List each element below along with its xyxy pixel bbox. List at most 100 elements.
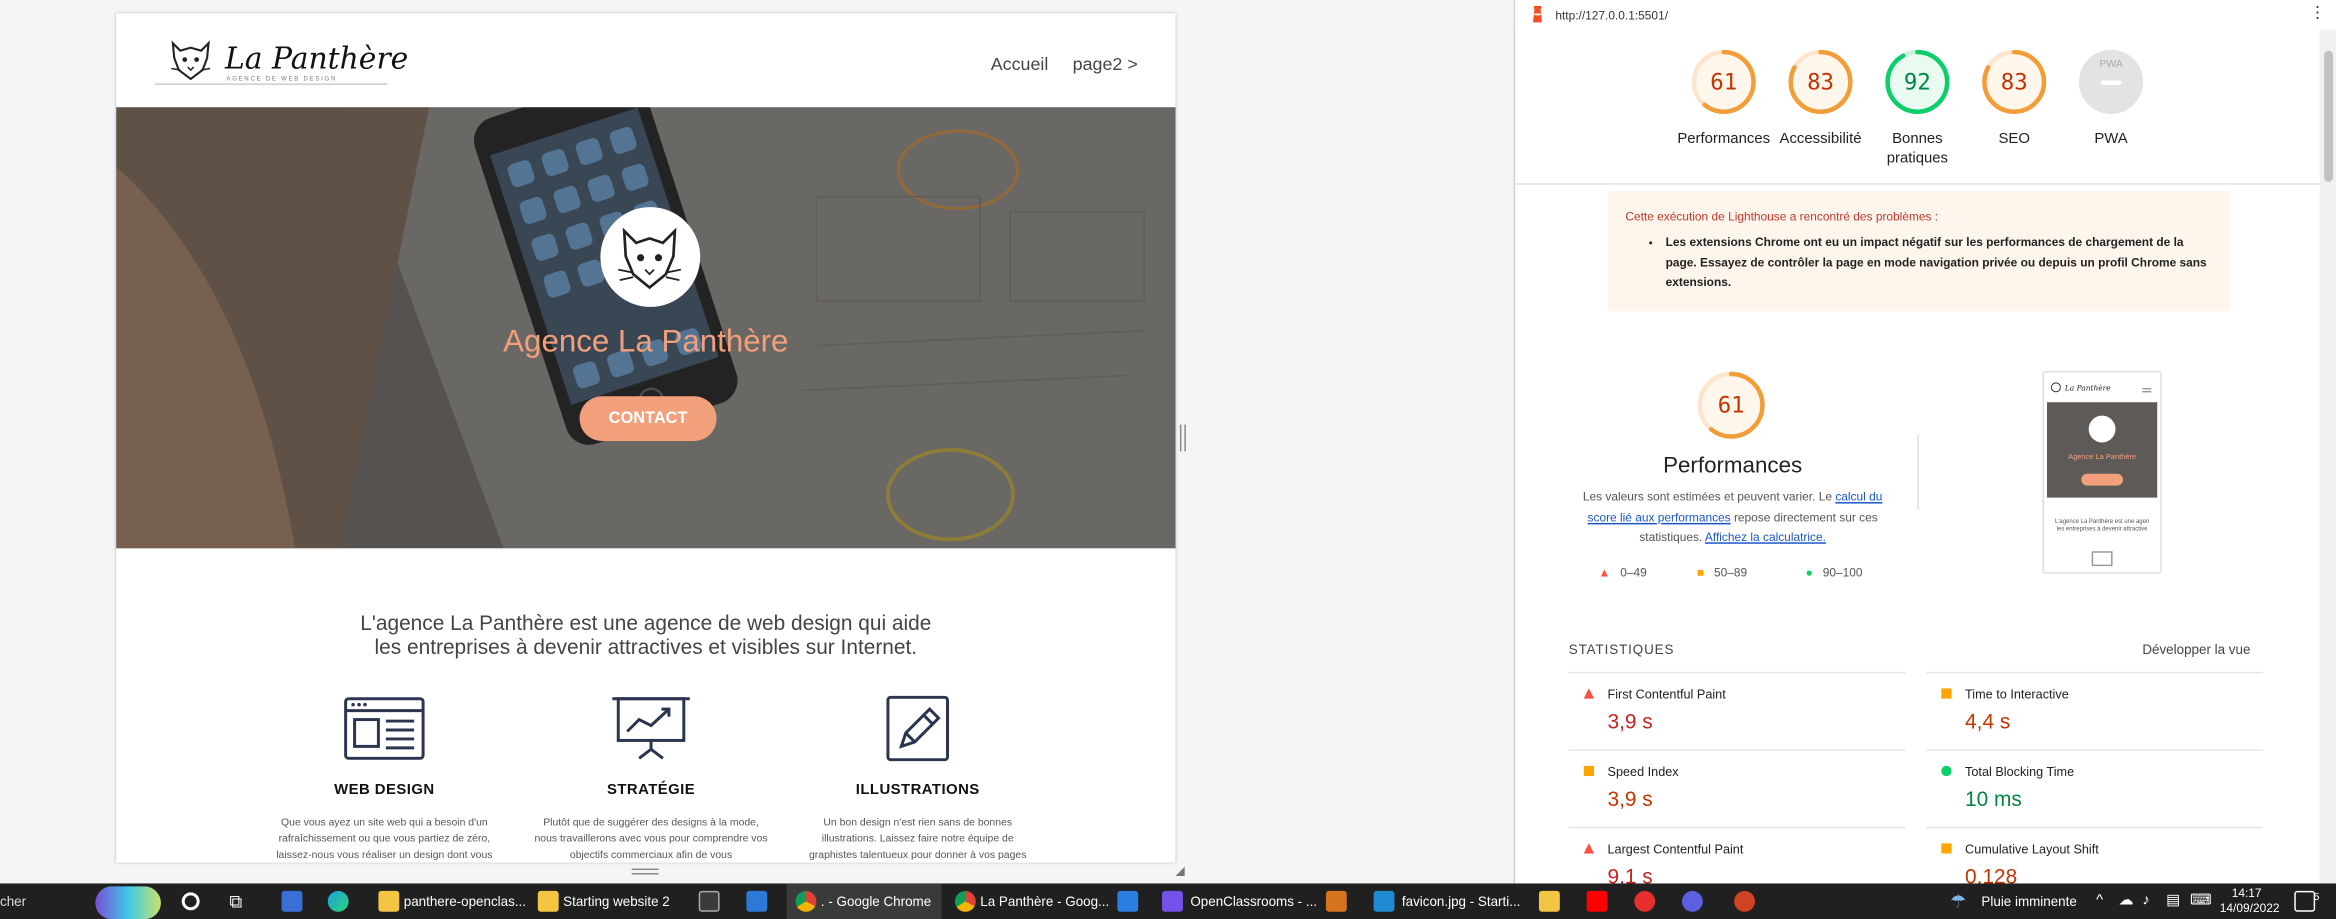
taskbar-item[interactable]: Starting website 2: [563, 883, 670, 919]
panel-scrollbar[interactable]: [2319, 29, 2336, 884]
gauge-4[interactable]: PWA PWA: [2051, 48, 2170, 149]
square-icon: [1583, 765, 1595, 777]
service-web-design: WEB DESIGN Que vous ayez un site web qui…: [250, 696, 518, 863]
taskbar-item[interactable]: panthere-openclas...: [404, 883, 526, 919]
metric-name: Speed Index: [1607, 764, 1679, 780]
performance-title: Performances: [1663, 452, 1803, 479]
circle-icon: ●: [1805, 566, 1813, 580]
page-screenshot-thumbnail[interactable]: La Panthère Agence La Panthère L'agence …: [2042, 370, 2162, 574]
divider: [1917, 435, 1919, 510]
thumbnail-image: La Panthère: [2044, 372, 2161, 573]
expand-view-toggle[interactable]: Développer la vue: [2142, 642, 2250, 657]
viewport-resize-corner[interactable]: ◢: [1175, 864, 1184, 877]
calculator-link[interactable]: Affichez la calculatrice.: [1705, 530, 1826, 543]
app-icon[interactable]: [698, 890, 720, 912]
intro-text: L'agence La Panthère est une agence de w…: [116, 611, 1175, 659]
media-player-icon[interactable]: [1634, 890, 1656, 912]
network-icon[interactable]: ▤: [2166, 883, 2180, 919]
site-logo[interactable]: La Panthère AGENCE DE WEB DESIGN: [167, 34, 408, 88]
warning-box: Cette exécution de Lighthouse a rencontr…: [1607, 190, 2231, 312]
task-view-icon[interactable]: ⧉: [229, 883, 242, 919]
performance-gauge: 61: [1695, 369, 1767, 441]
svg-text:La Panthère: La Panthère: [2064, 383, 2111, 392]
contact-button[interactable]: CONTACT: [579, 396, 717, 441]
openclassrooms-icon[interactable]: [1162, 890, 1183, 912]
gauge-label: Bonnes pratiques: [1886, 131, 1949, 167]
service-text: Que vous ayez un site web qui a besoin d…: [276, 817, 493, 862]
mail-icon[interactable]: [1117, 890, 1139, 912]
clock[interactable]: 14:17 14/09/2022: [2220, 883, 2280, 919]
viewport-resize-handle-right[interactable]: [1179, 424, 1186, 452]
powerpoint-icon[interactable]: [1734, 890, 1755, 912]
service-strategie: STRATÉGIE Plutôt que de suggérer des des…: [517, 696, 785, 863]
weather-icon[interactable]: ☂: [1950, 891, 1971, 912]
stats-title: STATISTIQUES: [1568, 642, 1675, 658]
search-highlight-icon[interactable]: [95, 886, 161, 919]
chevron-up-icon[interactable]: ^: [2096, 883, 2103, 919]
cortana-icon[interactable]: [181, 892, 200, 911]
taskbar-item[interactable]: OpenClassrooms - ...: [1190, 883, 1317, 919]
taskbar-item[interactable]: . - Google Chrome: [821, 883, 931, 919]
metric-value: 10 ms: [1965, 786, 2022, 811]
intro-line-2: les entreprises à devenir attractives et…: [374, 634, 918, 659]
intro-line-1: L'agence La Panthère est une agence de w…: [360, 610, 932, 635]
folder-icon[interactable]: [378, 890, 400, 912]
metric-time-to-interactive: Time to Interactive 4,4 s: [1926, 671, 2264, 751]
nav-link-accueil[interactable]: Accueil: [991, 54, 1049, 75]
square-icon: ■: [1696, 566, 1705, 580]
warning-item: Les extensions Chrome ont eu un impact n…: [1666, 232, 2214, 292]
gauge-ring: 61: [1689, 48, 1758, 117]
folder-icon[interactable]: [537, 890, 559, 912]
edge-icon[interactable]: [327, 890, 349, 912]
performance-score: 61: [1717, 391, 1745, 419]
taskbar-item[interactable]: favicon.jpg - Starti...: [1402, 883, 1521, 919]
app-icon[interactable]: [1681, 890, 1703, 912]
store-icon[interactable]: [746, 890, 768, 912]
triangle-icon: ▲: [1598, 566, 1611, 580]
metric-value: 3,9 s: [1607, 786, 1653, 811]
nav-link-page2[interactable]: page2 >: [1073, 54, 1138, 75]
legend-range: 50–89: [1714, 566, 1748, 580]
metric-total-blocking-time: Total Blocking Time 10 ms: [1926, 749, 2264, 828]
square-icon: [1941, 688, 1952, 699]
vscode-icon[interactable]: [1373, 890, 1395, 912]
youtube-icon[interactable]: [1586, 890, 1608, 912]
notification-icon[interactable]: [2294, 890, 2316, 912]
gauge-score: 92: [1903, 68, 1931, 96]
legend-range: 0–49: [1620, 566, 1647, 580]
scrollbar-thumb[interactable]: [2324, 50, 2334, 182]
website-viewport[interactable]: La Panthère AGENCE DE WEB DESIGN Accueil…: [116, 13, 1176, 863]
language-icon[interactable]: ⌨: [2190, 883, 2212, 919]
metric-name: Largest Contentful Paint: [1607, 841, 1744, 857]
logo-tagline: AGENCE DE WEB DESIGN: [226, 74, 338, 82]
circle-icon: [1941, 765, 1952, 777]
logo-underline: [154, 83, 388, 85]
taskbar: cher ⧉ panthere-openclas... Starting web…: [0, 883, 2336, 919]
sublime-icon[interactable]: [1325, 890, 1347, 912]
gauge-label: PWA: [2094, 131, 2128, 148]
viewport-resize-handle-bottom[interactable]: [631, 868, 659, 875]
chrome-icon[interactable]: [795, 890, 817, 912]
score-gauges: 61 Performances 83 Accessibilité 92 Bonnes pr…: [1515, 30, 2320, 185]
gauge-ring: 83: [1786, 48, 1855, 117]
metric-name: Cumulative Layout Shift: [1965, 841, 2099, 857]
hero-panther-logo: [600, 207, 701, 307]
search-box-text[interactable]: cher: [0, 883, 26, 919]
cloud-icon[interactable]: ☁: [2118, 883, 2133, 919]
clock-time: 14:17: [2231, 886, 2262, 900]
service-illustrations: ILLUSTRATIONS Un bon design n'est rien s…: [784, 695, 1052, 863]
weather-text[interactable]: Pluie imminente: [1981, 883, 2076, 919]
more-options-icon[interactable]: ⋮: [2309, 3, 2325, 22]
square-icon: [1941, 843, 1952, 854]
metric-largest-contentful-paint: Largest Contentful Paint 9,1 s: [1568, 826, 1906, 883]
metric-name: First Contentful Paint: [1607, 686, 1726, 702]
volume-icon[interactable]: ♪: [2142, 883, 2149, 919]
service-text: Plutôt que de suggérer des designs à la …: [534, 817, 768, 862]
chrome-icon[interactable]: [954, 890, 976, 912]
report-url[interactable]: http://127.0.0.1:5501/: [1555, 9, 1668, 22]
taskbar-item[interactable]: La Panthère - Goog...: [980, 883, 1109, 919]
service-text: Un bon design n'est rien sans de bonnes …: [809, 817, 1027, 862]
app-pinned-icon[interactable]: [281, 890, 303, 912]
presentation-chart-icon: [609, 696, 692, 762]
file-explorer-icon[interactable]: [1538, 890, 1560, 912]
